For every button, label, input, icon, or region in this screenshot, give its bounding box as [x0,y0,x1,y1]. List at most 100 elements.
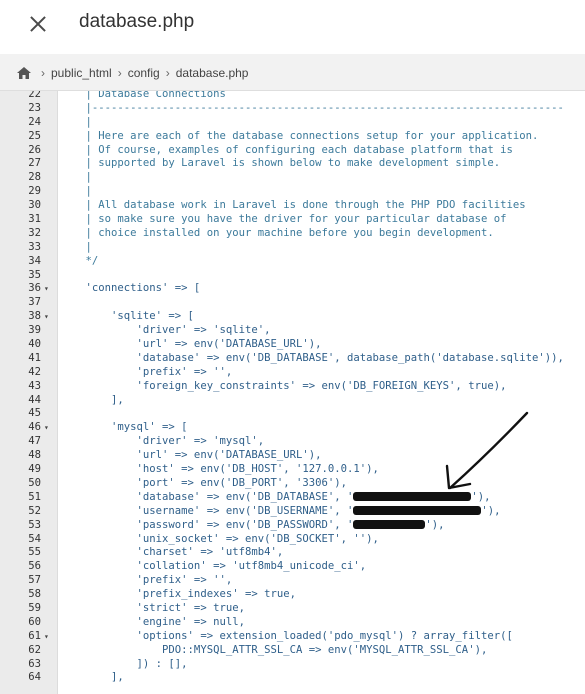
code-text: 'database' => env('DB_DATABASE', ' '), [60,490,491,503]
line-number: 43 [28,379,41,392]
line-number: 40 [28,338,41,351]
line-number: 30 [28,199,41,212]
code-line[interactable]: 29 | [0,185,585,199]
code-line[interactable]: 22 | Database Connections [0,91,585,102]
fold-toggle-icon[interactable]: ▾ [44,310,49,324]
line-number: 52 [28,504,41,517]
line-number: 54 [28,532,41,545]
code-text: 'foreign_key_constraints' => env('DB_FOR… [60,379,507,392]
code-text: 'database' => env('DB_DATABASE', databas… [60,351,564,364]
line-number: 25 [28,129,41,142]
code-line[interactable]: 42 'prefix' => '', [0,366,585,380]
code-text: | supported by Laravel is shown below to… [60,157,501,170]
redacted-value [353,506,482,516]
code-line[interactable]: 48 'url' => env('DATABASE_URL'), [0,449,585,463]
code-text: 'engine' => null, [60,615,245,628]
code-text: 'driver' => 'mysql', [60,435,265,448]
close-icon[interactable] [28,14,48,34]
code-line[interactable]: 47 'driver' => 'mysql', [0,435,585,449]
line-number: 58 [28,588,41,601]
line-number: 61 [28,629,41,642]
code-line[interactable]: 49 'host' => env('DB_HOST', '127.0.0.1')… [0,463,585,477]
code-line[interactable]: 32 | choice installed on your machine be… [0,227,585,241]
line-number: 24 [28,115,41,128]
code-line[interactable]: 37 [0,296,585,310]
code-line[interactable]: 52 'username' => env('DB_USERNAME', ' '), [0,505,585,519]
code-line[interactable]: 59 'strict' => true, [0,602,585,616]
code-line[interactable]: 38 ▾ 'sqlite' => [ [0,310,585,324]
fold-toggle-icon[interactable]: ▾ [44,282,49,296]
code-line[interactable]: 43 'foreign_key_constraints' => env('DB_… [0,380,585,394]
code-line[interactable]: 61 ▾ 'options' => extension_loaded('pdo_m… [0,630,585,644]
line-number: 34 [28,254,41,267]
code-line[interactable]: 60 'engine' => null, [0,616,585,630]
code-text: 'port' => env('DB_PORT', '3306'), [60,476,348,489]
code-text: 'host' => env('DB_HOST', '127.0.0.1'), [60,463,379,476]
code-line[interactable]: 26 | Of course, examples of configuring … [0,144,585,158]
code-line[interactable]: 39 'driver' => 'sqlite', [0,324,585,338]
code-line[interactable]: 34 */ [0,255,585,269]
line-number: 22 [28,91,41,100]
code-line[interactable]: 23 |------------------------------------… [0,102,585,116]
code-editor[interactable]: 22 | Database Connections 23 |-----------… [0,91,585,694]
code-text: 'unix_socket' => env('DB_SOCKET', ''), [60,532,379,545]
code-line[interactable]: 35 [0,269,585,283]
code-line[interactable]: 28 | [0,171,585,185]
code-line[interactable]: 45 [0,407,585,421]
code-line[interactable]: 63 ]) : [], [0,658,585,672]
code-text: | [60,240,92,253]
code-line[interactable]: 40 'url' => env('DATABASE_URL'), [0,338,585,352]
code-text: | [60,115,92,128]
code-line[interactable]: 50 'port' => env('DB_PORT', '3306'), [0,477,585,491]
breadcrumb-item-config[interactable]: config [128,66,160,80]
line-number: 46 [28,421,41,434]
code-text: ], [60,671,124,684]
line-number: 41 [28,351,41,364]
code-line[interactable]: 25 | Here are each of the database conne… [0,130,585,144]
breadcrumb-item-database-php[interactable]: database.php [176,66,249,80]
code-line[interactable]: 31 | so make sure you have the driver fo… [0,213,585,227]
line-number: 28 [28,171,41,184]
code-line[interactable]: 30 | All database work in Laravel is don… [0,199,585,213]
line-number: 55 [28,546,41,559]
code-line[interactable]: 55 'charset' => 'utf8mb4', [0,546,585,560]
redacted-value [353,492,472,502]
line-number: 38 [28,310,41,323]
code-line[interactable]: 51 'database' => env('DB_DATABASE', ' '), [0,491,585,505]
breadcrumb-item-public-html[interactable]: public_html [51,66,112,80]
code-line[interactable]: 46 ▾ 'mysql' => [ [0,421,585,435]
home-icon[interactable] [17,67,31,79]
code-line[interactable]: 58 'prefix_indexes' => true, [0,588,585,602]
code-line[interactable]: 41 'database' => env('DB_DATABASE', data… [0,352,585,366]
fold-toggle-icon[interactable]: ▾ [44,630,49,644]
code-text: 'prefix' => '', [60,574,233,587]
code-lines: 22 | Database Connections 23 |-----------… [0,91,585,685]
line-number: 56 [28,560,41,573]
chevron-right-icon: › [165,66,170,80]
fold-toggle-icon[interactable]: ▾ [44,421,49,435]
code-line[interactable]: 54 'unix_socket' => env('DB_SOCKET', '')… [0,533,585,547]
code-line[interactable]: 36 ▾ 'connections' => [ [0,282,585,296]
code-text: 'strict' => true, [60,601,245,614]
line-number: 44 [28,393,41,406]
code-text: 'username' => env('DB_USERNAME', ' '), [60,504,501,517]
code-line[interactable]: 33 | [0,241,585,255]
code-line[interactable]: 24 | [0,116,585,130]
code-line[interactable]: 27 | supported by Laravel is shown below… [0,157,585,171]
redacted-value [353,520,426,530]
code-line[interactable]: 56 'collation' => 'utf8mb4_unicode_ci', [0,560,585,574]
line-number: 31 [28,213,41,226]
code-line[interactable]: 64 ], [0,671,585,685]
code-line[interactable]: 53 'password' => env('DB_PASSWORD', ' '), [0,519,585,533]
code-text: | [60,185,92,198]
file-title: database.php [79,11,195,32]
code-text: 'url' => env('DATABASE_URL'), [60,449,322,462]
code-line[interactable]: 44 ], [0,394,585,408]
code-text: 'connections' => [ [60,282,201,295]
code-line[interactable]: 62 PDO::MYSQL_ATTR_SSL_CA => env('MYSQL_… [0,644,585,658]
code-text: PDO::MYSQL_ATTR_SSL_CA => env('MYSQL_ATT… [60,643,488,656]
chevron-right-icon: › [117,66,122,80]
code-line[interactable]: 57 'prefix' => '', [0,574,585,588]
line-number: 26 [28,143,41,156]
line-number: 29 [28,185,41,198]
